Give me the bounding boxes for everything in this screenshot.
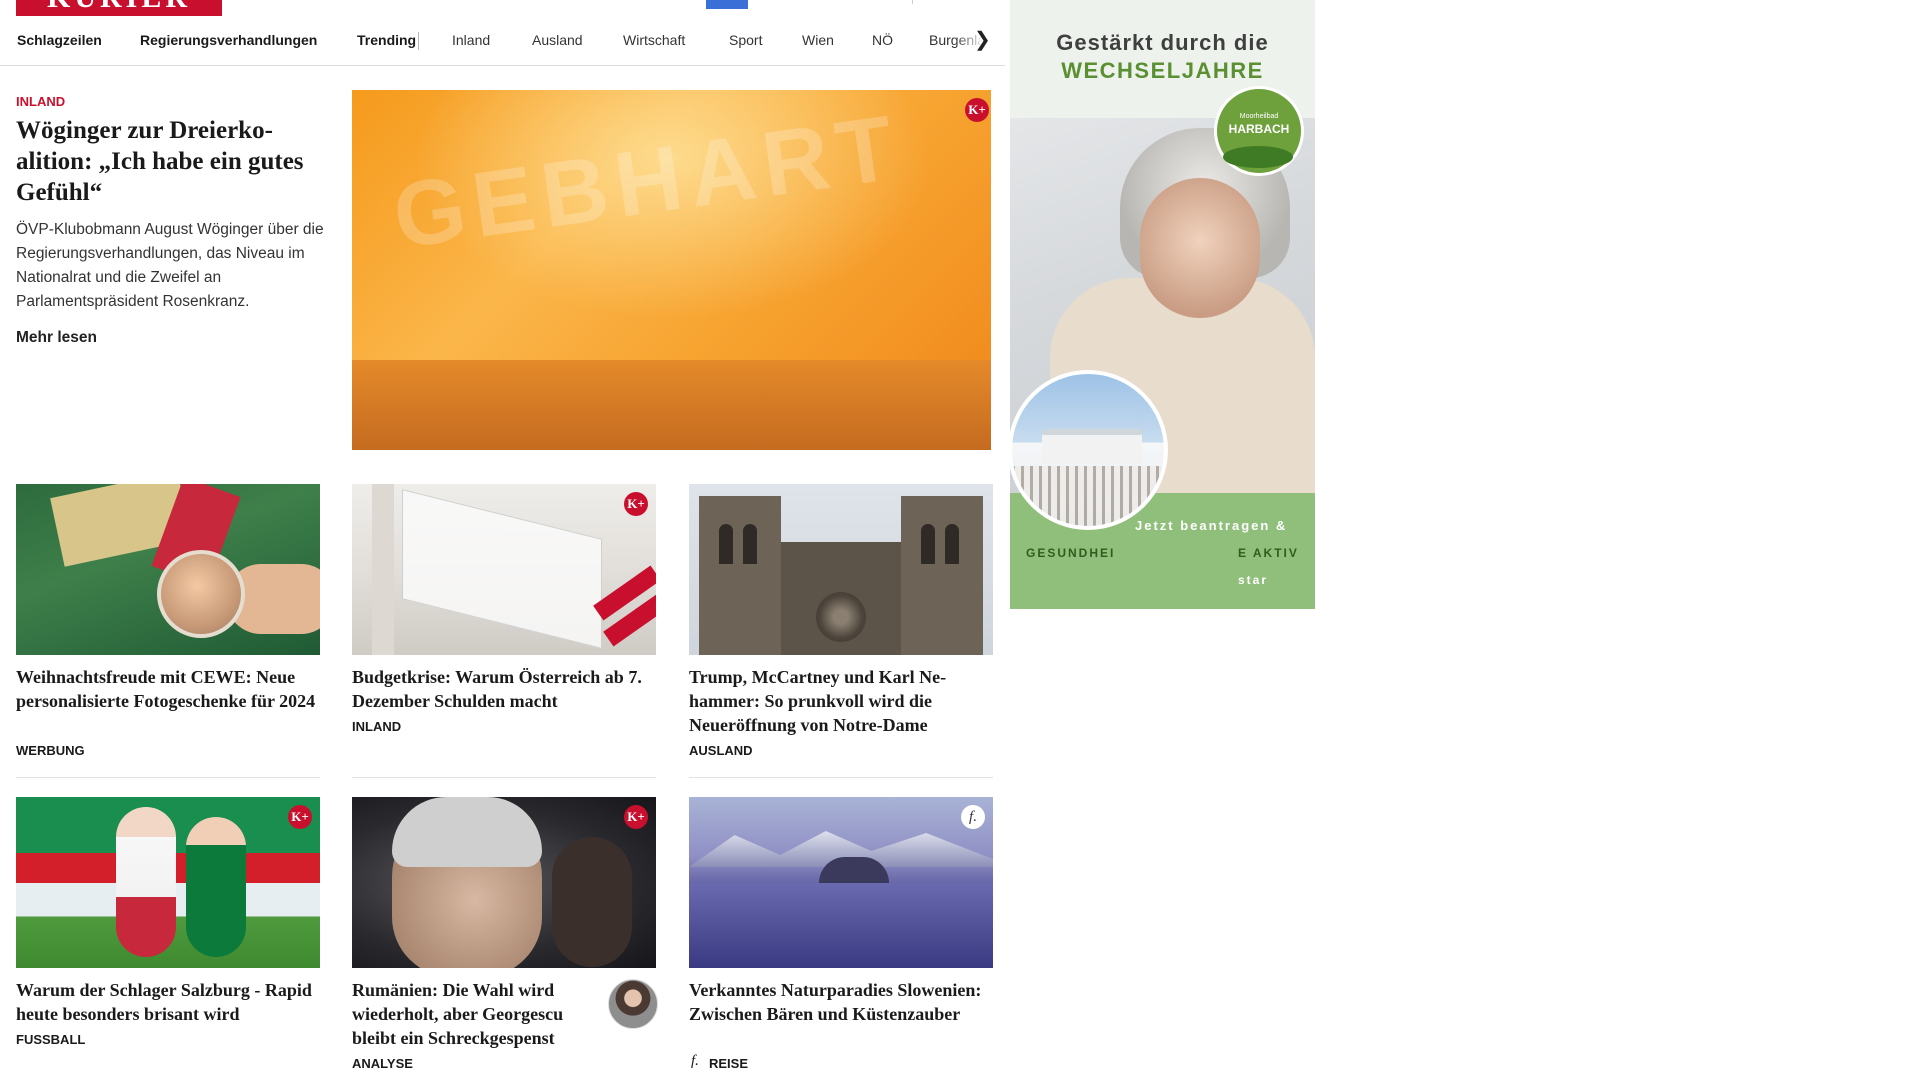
nav-item-trending[interactable]: Trending xyxy=(357,32,416,48)
article-title[interactable]: Budgetkrise: Warum Österreich ab 7. Deze… xyxy=(352,665,656,713)
article-kicker[interactable]: REISE xyxy=(709,1056,748,1071)
article-title[interactable]: Warum der Schlager Salzburg - Rapid heut… xyxy=(16,978,320,1026)
image-shape xyxy=(402,489,602,649)
article-image[interactable]: f. xyxy=(689,797,993,968)
image-shape xyxy=(186,817,246,957)
freizeit-icon: f. xyxy=(691,1053,699,1069)
image-shape xyxy=(816,592,866,642)
top-blue-block xyxy=(706,0,748,9)
chevron-right-icon[interactable]: ❯ xyxy=(974,30,991,50)
divider xyxy=(689,777,993,778)
ad-cta-text: Jetzt beantragen & xyxy=(1135,518,1288,533)
article-title[interactable]: Verkanntes Naturparadies Slowe­nien: Zwi… xyxy=(689,978,993,1026)
ad-badge-big: HARBACH xyxy=(1228,122,1290,136)
hero-read-more-link[interactable]: Mehr lesen xyxy=(16,329,97,347)
image-shape xyxy=(157,550,245,638)
nav-divider xyxy=(418,32,419,50)
ad-footer-text-1: GESUNDHEI xyxy=(1026,546,1116,560)
nav-item-wien[interactable]: Wien xyxy=(802,32,834,48)
advertisement-banner[interactable]: Gestärkt durch die WECHSELJAHRE Moorheil… xyxy=(1010,0,1315,609)
article-kicker[interactable]: FUSSBALL xyxy=(16,1032,85,1047)
logo-text: KURIER xyxy=(16,0,222,13)
ad-hotel-photo xyxy=(1010,370,1168,530)
article-title[interactable]: Weihnachtsfreude mit CEWE: Neue personal… xyxy=(16,665,320,713)
kplus-badge-icon: K+ xyxy=(288,805,312,829)
hero-teaser: ÖVP-Klubobmann August Wöginger über die … xyxy=(16,221,324,310)
hero-image-floor xyxy=(352,360,991,450)
divider xyxy=(352,777,656,778)
nav-item-sport[interactable]: Sport xyxy=(729,32,762,48)
nav-item-ausland[interactable]: Ausland xyxy=(532,32,583,48)
hero-title[interactable]: Wöginger zur Dreierko­alition: „Ich habe… xyxy=(16,115,316,208)
article-image[interactable]: K+ xyxy=(352,484,656,655)
image-shape xyxy=(689,883,993,968)
image-shape xyxy=(372,484,394,655)
image-shape xyxy=(116,807,176,957)
kurier-logo[interactable]: KURIER xyxy=(16,0,222,16)
kplus-badge-icon: K+ xyxy=(965,98,989,122)
article-kicker[interactable]: AUSLAND xyxy=(689,743,753,758)
image-shape xyxy=(552,837,632,967)
image-shape xyxy=(945,524,959,564)
image-shape xyxy=(901,496,983,655)
ad-badge-small: Moorheilbad xyxy=(1239,113,1279,120)
image-shape xyxy=(743,524,757,564)
ad-footer-text-3: star xyxy=(1238,573,1269,587)
image-shape xyxy=(392,797,542,867)
image-shape xyxy=(699,496,781,655)
image-shape xyxy=(1140,178,1260,318)
kplus-badge-icon: K+ xyxy=(624,492,648,516)
hero-kicker[interactable]: INLAND xyxy=(16,94,65,109)
article-image[interactable] xyxy=(16,484,320,655)
article-title[interactable]: Rumänien: Die Wahl wird wiederholt, aber… xyxy=(352,978,592,1050)
section-nav: Schlagzeilen Regierungsverhandlungen Tre… xyxy=(0,26,1005,66)
article-image[interactable]: K+ xyxy=(352,797,656,968)
ad-headline-2: WECHSELJAHRE xyxy=(1061,58,1264,83)
nav-item-schlagzeilen[interactable]: Schlagzeilen xyxy=(17,32,102,48)
article-image[interactable]: K+ xyxy=(16,797,320,968)
kplus-badge-icon: K+ xyxy=(624,805,648,829)
ad-headline-1: Gestärkt durch die xyxy=(1056,30,1269,55)
article-kicker[interactable]: WERBUNG xyxy=(16,743,85,758)
article-kicker[interactable]: INLAND xyxy=(352,719,401,734)
ad-footer-text-2: E AKTIV xyxy=(1238,546,1299,560)
image-shape xyxy=(1042,429,1142,464)
article-kicker[interactable]: ANALYSE xyxy=(352,1056,413,1071)
article-image[interactable] xyxy=(689,484,993,655)
freizeit-badge-icon: f. xyxy=(961,805,985,829)
article-title[interactable]: Trump, McCartney und Karl Ne­hammer: So … xyxy=(689,665,993,737)
nav-item-inland[interactable]: Inland xyxy=(452,32,490,48)
top-divider xyxy=(912,0,913,4)
author-avatar[interactable] xyxy=(608,979,658,1029)
leaves-icon xyxy=(1223,146,1293,168)
divider xyxy=(16,777,320,778)
nav-item-regierungsverhandlungen[interactable]: Regierungsverhandlungen xyxy=(140,32,317,48)
image-shape xyxy=(719,524,733,564)
nav-item-wirtschaft[interactable]: Wirtschaft xyxy=(623,32,685,48)
hero-image[interactable]: GEBHART K+ xyxy=(352,90,991,450)
image-shape xyxy=(921,524,935,564)
nav-item-noe[interactable]: NÖ xyxy=(872,32,893,48)
